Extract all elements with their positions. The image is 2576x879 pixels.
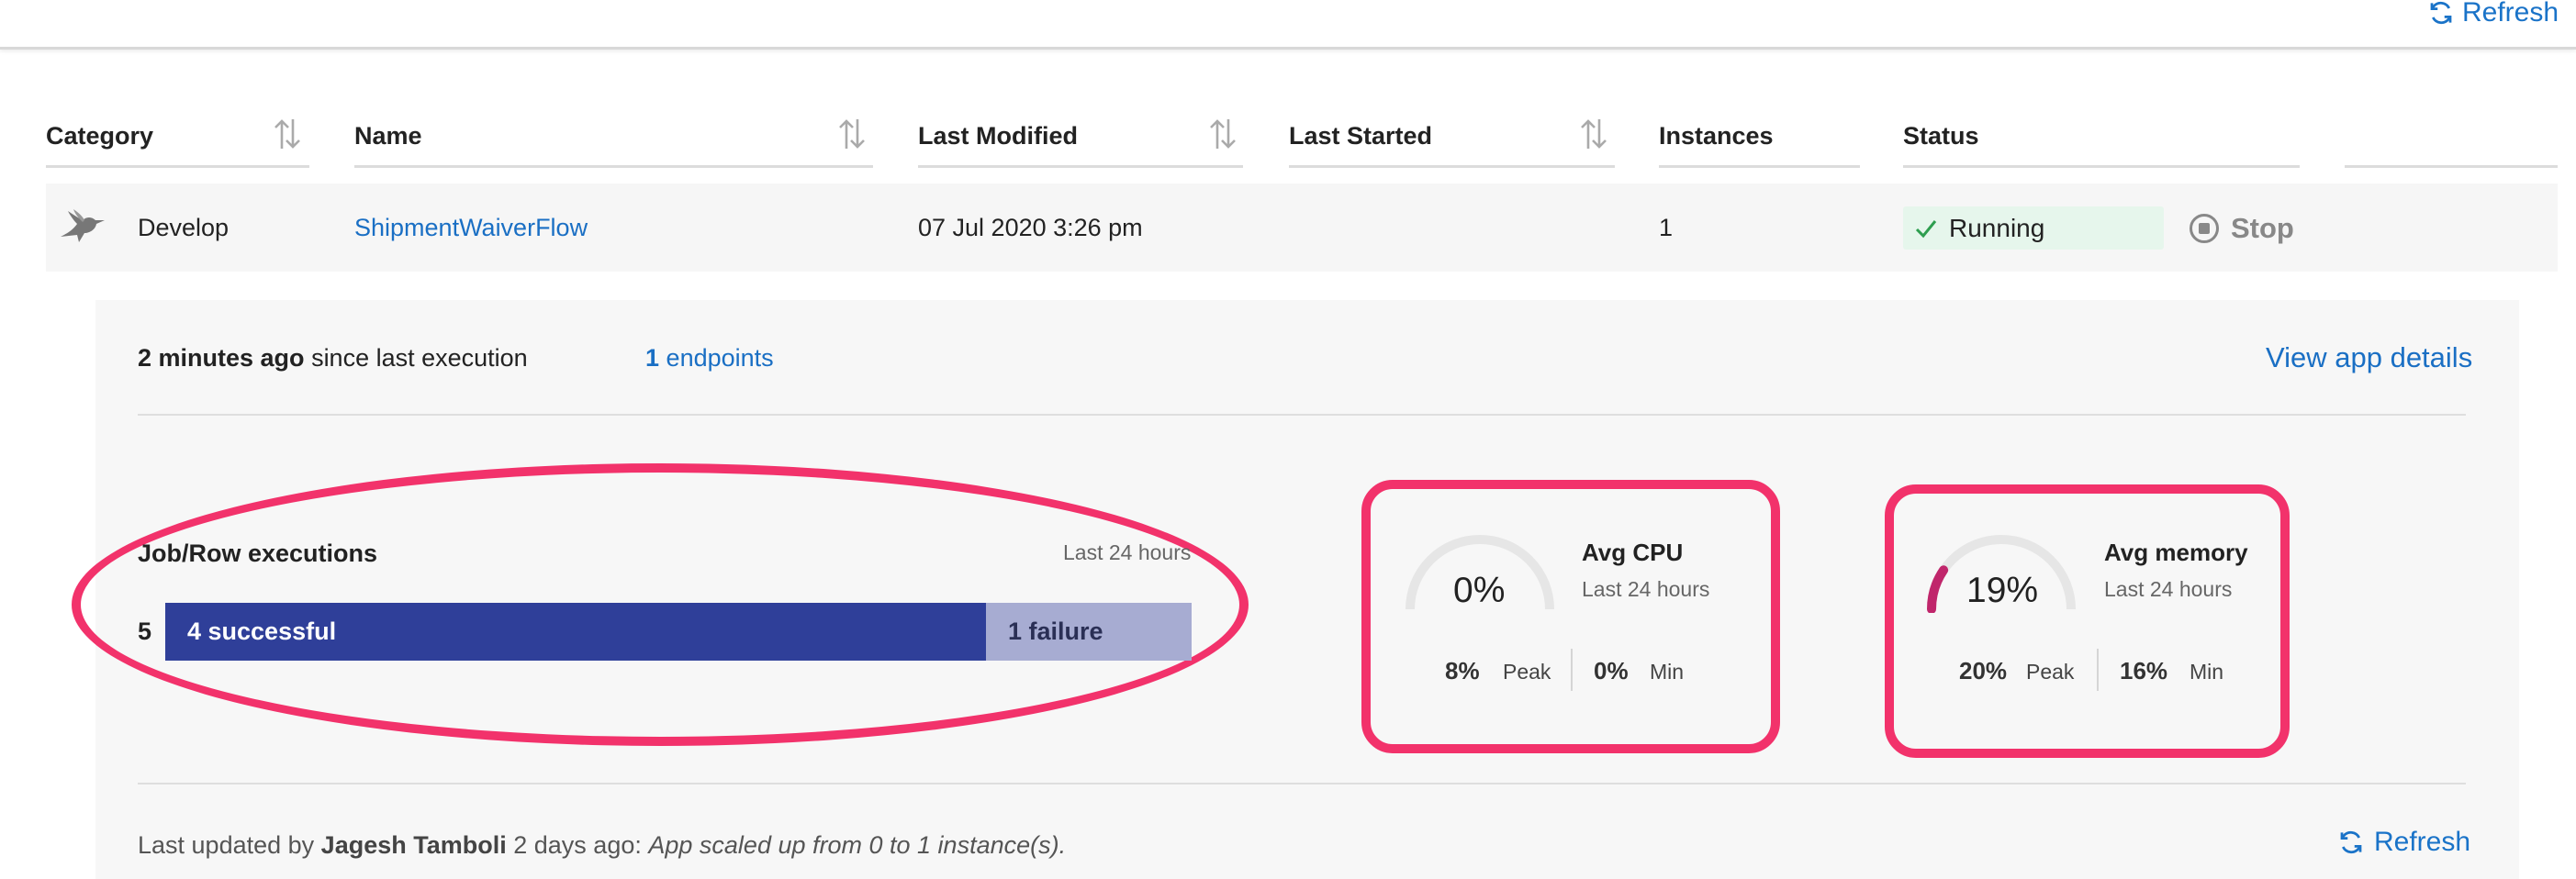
header-underline (1659, 165, 1860, 168)
footer-refresh-label: Refresh (2374, 827, 2471, 857)
refresh-icon (2430, 2, 2452, 24)
row-last-modified: 07 Jul 2020 3:26 pm (918, 214, 1143, 241)
executions-title: Job/Row executions (138, 540, 378, 567)
table-row[interactable]: Develop ShipmentWaiverFlow 07 Jul 2020 3… (46, 184, 2558, 272)
sort-category-icon[interactable] (272, 116, 303, 152)
executions-period: Last 24 hours (1063, 540, 1192, 564)
memory-min-value: 16% (2120, 657, 2168, 684)
header-last-modified[interactable]: Last Modified (918, 117, 1078, 154)
sort-last-modified-icon[interactable] (1207, 116, 1238, 152)
last-updated-when: 2 days ago: (513, 831, 642, 859)
stop-label: Stop (2231, 212, 2294, 244)
divider (138, 783, 2466, 784)
header-name[interactable]: Name (354, 117, 422, 154)
stop-circle-icon (2190, 214, 2219, 243)
refresh-icon (2340, 831, 2362, 853)
header-underline (1289, 165, 1615, 168)
memory-period: Last 24 hours (2104, 577, 2233, 601)
last-updated-user: Jagesh Tamboli (320, 831, 507, 859)
last-updated-prefix: Last updated by (138, 831, 315, 859)
header-underline (2345, 165, 2558, 168)
endpoints-link[interactable]: 1 endpoints (645, 341, 774, 374)
header-instances: Instances (1659, 122, 1774, 150)
last-execution-suffix: since last execution (311, 344, 528, 372)
last-updated-text: Last updated by Jagesh Tamboli 2 days ag… (138, 829, 1066, 862)
row-category: Develop (138, 214, 230, 241)
sort-name-icon[interactable] (836, 116, 868, 152)
header-underline (354, 165, 873, 168)
avg-cpu-card (1361, 480, 1780, 753)
row-name-link[interactable]: ShipmentWaiverFlow (354, 184, 588, 272)
endpoints-label: endpoints (666, 344, 774, 372)
memory-peak-value: 20% (1959, 657, 2008, 684)
header-underline (1903, 165, 2300, 168)
status-badge: Running (1903, 206, 2164, 250)
cpu-title: Avg CPU (1582, 539, 1684, 566)
executions-failure-segment: 1 failure (986, 603, 1192, 661)
header-category[interactable]: Category (46, 117, 153, 154)
memory-peak-label: Peak (2026, 660, 2075, 684)
sort-last-started-icon[interactable] (1578, 116, 1609, 152)
memory-stat-separator (2097, 649, 2099, 691)
footer-refresh-button[interactable]: Refresh (2337, 827, 2470, 858)
divider (138, 414, 2466, 416)
cpu-period: Last 24 hours (1582, 577, 1710, 601)
memory-min-label: Min (2190, 660, 2224, 684)
header-underline (918, 165, 1243, 168)
cpu-value: 0% (1453, 571, 1506, 610)
last-execution-time: 2 minutes ago (138, 344, 305, 372)
hummingbird-icon (61, 209, 105, 242)
avg-memory-card (1885, 484, 2290, 758)
header-underline (46, 165, 309, 168)
executions-bar: 4 successful 1 failure (165, 603, 1192, 661)
last-updated-message: App scaled up from 0 to 1 instance(s). (648, 831, 1067, 859)
memory-value: 19% (1966, 571, 2039, 610)
cpu-min-value: 0% (1594, 657, 1629, 684)
row-instances: 1 (1659, 214, 1674, 241)
executions-successful-segment: 4 successful (165, 603, 986, 661)
top-toolbar (0, 0, 2576, 50)
cpu-peak-value: 8% (1445, 657, 1480, 684)
view-app-details-link[interactable]: View app details (2266, 339, 2472, 376)
top-refresh-label: Refresh (2462, 0, 2559, 28)
stop-button[interactable]: Stop (2189, 207, 2294, 250)
top-refresh-button[interactable]: Refresh (2427, 0, 2559, 28)
memory-title: Avg memory (2104, 539, 2248, 566)
endpoints-count: 1 (645, 344, 660, 372)
check-icon (1915, 219, 1937, 238)
cpu-stat-separator (1571, 649, 1573, 691)
executions-total: 5 (138, 618, 152, 645)
cpu-peak-label: Peak (1503, 660, 1551, 684)
last-execution-text: 2 minutes ago since last execution (138, 341, 528, 374)
status-label: Running (1949, 213, 2045, 242)
cpu-min-label: Min (1650, 660, 1685, 684)
header-status: Status (1903, 122, 1979, 150)
header-last-started[interactable]: Last Started (1289, 117, 1432, 154)
